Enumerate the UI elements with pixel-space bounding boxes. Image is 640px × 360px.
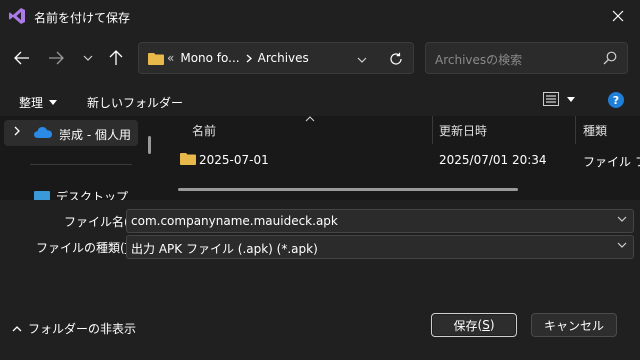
organize-label: 整理 [19, 96, 44, 110]
column-divider[interactable] [432, 116, 433, 144]
recent-locations-button[interactable] [76, 46, 100, 70]
chevron-down-icon[interactable] [617, 242, 627, 248]
up-button[interactable] [104, 46, 128, 70]
file-date: 2025/07/01 20:34 [439, 153, 547, 167]
filename-input[interactable]: com.companyname.mauideck.apk [131, 214, 338, 228]
chevron-right-icon[interactable] [14, 126, 20, 136]
arrow-left-icon [14, 51, 29, 65]
arrow-up-icon [109, 50, 123, 65]
search-placeholder: Archivesの検索 [435, 53, 523, 67]
desktop-icon [34, 190, 50, 200]
search-box[interactable]: Archivesの検索 [425, 42, 628, 74]
filetype-value: 出力 APK ファイル (.apk) (*.apk) [131, 242, 318, 256]
chevron-right-icon[interactable] [246, 54, 252, 63]
chevron-down-icon[interactable] [617, 216, 627, 222]
file-list[interactable]: 名前 更新日時 種類 2025-07-01 2025/07/01 20:34 フ… [160, 116, 640, 200]
sort-ascending-icon [305, 116, 315, 122]
search-icon [603, 51, 617, 65]
breadcrumb-overflow[interactable]: « [167, 51, 174, 65]
nav-separator [30, 164, 132, 165]
close-button[interactable] [596, 0, 640, 32]
close-icon [612, 10, 624, 22]
breadcrumb: « Mono fo... Archives [167, 51, 309, 65]
window-title: 名前を付けて保存 [34, 11, 131, 25]
forward-button[interactable] [44, 46, 68, 70]
column-divider[interactable] [575, 116, 576, 144]
chevron-down-icon [83, 55, 93, 61]
address-dropdown-button[interactable] [357, 52, 367, 66]
nav-item-onedrive[interactable]: 崇成 - 個人用 [4, 120, 138, 146]
help-button[interactable]: ? [608, 92, 624, 108]
back-button[interactable] [10, 46, 34, 70]
column-header-type[interactable]: 種類 [583, 122, 607, 139]
hide-folders-label: フォルダーの非表示 [28, 322, 137, 336]
view-options-button[interactable] [543, 92, 575, 106]
refresh-button[interactable] [385, 48, 407, 70]
filename-combobox[interactable]: com.companyname.mauideck.apk [126, 209, 634, 233]
nav-item-desktop[interactable]: デスクトップ [34, 188, 128, 200]
arrow-right-icon [49, 51, 64, 65]
title-bar: 名前を付けて保存 [0, 0, 640, 32]
breadcrumb-item-mono[interactable]: Mono fo... [180, 51, 239, 65]
filetype-label-text: ファイルの種類 [36, 241, 121, 255]
horizontal-scrollbar[interactable] [178, 188, 518, 191]
cancel-button-label: キャンセル [543, 318, 604, 333]
nav-item-label: デスクトップ [56, 190, 129, 200]
navigation-pane[interactable]: 崇成 - 個人用 デスクトップ [0, 116, 160, 200]
save-button-label: 保存 [453, 318, 478, 333]
address-bar[interactable]: « Mono fo... Archives [138, 42, 414, 74]
visual-studio-icon [9, 8, 25, 24]
folder-icon [148, 53, 164, 65]
nav-scrollbar[interactable] [148, 136, 151, 154]
folder-icon [180, 153, 196, 165]
filetype-select[interactable]: 出力 APK ファイル (.apk) (*.apk) [126, 235, 634, 259]
caret-down-icon [49, 100, 58, 105]
details-view-icon [543, 92, 559, 106]
onedrive-cloud-icon [34, 127, 52, 138]
save-accesskey: S [482, 318, 490, 332]
nav-item-label: 崇成 - 個人用 [59, 128, 131, 142]
filename-label-text: ファイル名 [64, 215, 125, 229]
help-icon: ? [612, 93, 620, 107]
chevron-down-icon [357, 57, 367, 63]
column-header-name[interactable]: 名前 [192, 122, 216, 139]
file-name: 2025-07-01 [199, 153, 269, 167]
new-folder-label: 新しいフォルダー [87, 96, 184, 110]
save-button[interactable]: 保存(S) [431, 313, 517, 337]
breadcrumb-item-archives[interactable]: Archives [258, 51, 309, 65]
hide-folders-toggle[interactable]: フォルダーの非表示 [12, 320, 136, 337]
file-type: ファイル フォル [583, 155, 640, 169]
new-folder-button[interactable]: 新しいフォルダー [87, 94, 183, 111]
column-header-date[interactable]: 更新日時 [439, 122, 487, 139]
organize-menu[interactable]: 整理 [19, 94, 58, 111]
cancel-button[interactable]: キャンセル [531, 313, 617, 337]
refresh-icon [390, 52, 402, 65]
chevron-up-icon [12, 325, 22, 331]
caret-down-icon [567, 96, 575, 102]
